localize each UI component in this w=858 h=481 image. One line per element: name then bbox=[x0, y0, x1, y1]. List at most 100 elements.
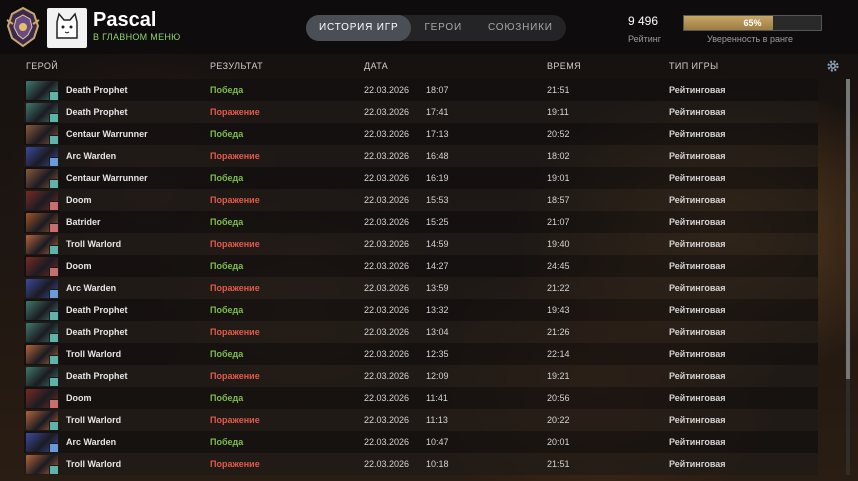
match-row[interactable]: Doom Поражение 22.03.2026 15:53 18:57 Рейтинг… bbox=[24, 189, 818, 211]
match-date: 22.03.2026 bbox=[364, 217, 410, 227]
column-date[interactable]: ДАТА bbox=[364, 61, 388, 71]
match-row[interactable]: Death Prophet Поражение 22.03.2026 12:09 19:… bbox=[24, 365, 818, 387]
match-result: Победа bbox=[210, 173, 244, 183]
game-mode: Рейтинговая bbox=[669, 415, 726, 425]
match-row[interactable]: Doom Победа 22.03.2026 11:41 20:56 Рейтингова… bbox=[24, 387, 818, 409]
match-result: Поражение bbox=[210, 459, 260, 469]
hero-facet-badge-icon bbox=[49, 443, 59, 453]
match-date: 22.03.2026 bbox=[364, 283, 410, 293]
match-row[interactable]: Arc Warden Поражение 22.03.2026 16:48 18:02 Р… bbox=[24, 145, 818, 167]
match-row[interactable]: Death Prophet Победа 22.03.2026 13:32 19:43 Р… bbox=[24, 299, 818, 321]
match-row[interactable]: Arc Warden Поражение 22.03.2026 13:59 21:22 Р… bbox=[24, 277, 818, 299]
tab-allies[interactable]: СОЮЗНИКИ bbox=[475, 15, 566, 41]
match-date: 22.03.2026 bbox=[364, 371, 410, 381]
match-start-time: 18:07 bbox=[426, 85, 449, 95]
match-row[interactable]: Death Prophet Победа 22.03.2026 18:07 21:51 Р… bbox=[24, 79, 818, 101]
match-row[interactable]: Troll Warlord Победа 22.03.2026 12:35 22:14 Р… bbox=[24, 343, 818, 365]
match-duration: 18:02 bbox=[547, 151, 570, 161]
match-row[interactable]: Troll Warlord Поражение 22.03.2026 14:59 19:… bbox=[24, 233, 818, 255]
match-start-time: 13:32 bbox=[426, 305, 449, 315]
player-status: В ГЛАВНОМ МЕНЮ bbox=[93, 32, 181, 42]
match-date: 22.03.2026 bbox=[364, 349, 410, 359]
hero-name: Troll Warlord bbox=[66, 239, 122, 249]
game-mode: Рейтинговая bbox=[669, 239, 726, 249]
match-start-time: 12:09 bbox=[426, 371, 449, 381]
match-start-time: 13:04 bbox=[426, 327, 449, 337]
match-start-time: 10:47 bbox=[426, 437, 449, 447]
match-start-time: 11:13 bbox=[426, 415, 448, 425]
match-row[interactable]: Death Prophet Поражение 22.03.2026 13:04 21:… bbox=[24, 321, 818, 343]
hero-facet-badge-icon bbox=[49, 267, 59, 277]
match-result: Победа bbox=[210, 129, 244, 139]
hero-name: Troll Warlord bbox=[66, 349, 122, 359]
match-row[interactable]: Arc Warden Победа 22.03.2026 10:47 20:01 Рейт… bbox=[24, 431, 818, 453]
match-duration: 20:22 bbox=[547, 415, 570, 425]
match-row[interactable]: Centaur Warrunner Победа 22.03.2026 17:13 20… bbox=[24, 123, 818, 145]
game-mode: Рейтинговая bbox=[669, 371, 726, 381]
match-result: Победа bbox=[210, 261, 244, 271]
hero-name: Troll Warlord bbox=[66, 459, 122, 469]
scrollbar[interactable] bbox=[846, 79, 850, 475]
hero-name: Troll Warlord bbox=[66, 415, 122, 425]
hero-name: Arc Warden bbox=[66, 283, 117, 293]
match-date: 22.03.2026 bbox=[364, 459, 410, 469]
hero-name: Arc Warden bbox=[66, 437, 117, 447]
rating-value: 9 496 bbox=[628, 14, 659, 28]
hero-name: Arc Warden bbox=[66, 151, 117, 161]
hero-facet-badge-icon bbox=[49, 91, 59, 101]
match-start-time: 12:35 bbox=[426, 349, 449, 359]
hero-facet-badge-icon bbox=[49, 223, 59, 233]
match-date: 22.03.2026 bbox=[364, 239, 410, 249]
hero-facet-badge-icon bbox=[49, 135, 59, 145]
avatar[interactable] bbox=[47, 8, 87, 48]
match-duration: 19:11 bbox=[547, 107, 569, 117]
match-start-time: 17:13 bbox=[426, 129, 449, 139]
game-mode: Рейтинговая bbox=[669, 107, 726, 117]
match-duration: 19:01 bbox=[547, 173, 570, 183]
hero-facet-badge-icon bbox=[49, 179, 59, 189]
match-duration: 18:57 bbox=[547, 195, 570, 205]
match-duration: 21:51 bbox=[547, 85, 570, 95]
match-start-time: 11:41 bbox=[426, 393, 448, 403]
match-result: Победа bbox=[210, 305, 244, 315]
match-start-time: 14:59 bbox=[426, 239, 449, 249]
rating-label: Рейтинг bbox=[628, 34, 662, 44]
match-date: 22.03.2026 bbox=[364, 305, 410, 315]
match-row[interactable]: Death Prophet Поражение 22.03.2026 17:41 19:… bbox=[24, 101, 818, 123]
match-result: Поражение bbox=[210, 107, 260, 117]
match-date: 22.03.2026 bbox=[364, 129, 410, 139]
match-result: Поражение bbox=[210, 283, 260, 293]
match-row[interactable]: Batrider Победа 22.03.2026 15:25 21:07 Рейтин… bbox=[24, 211, 818, 233]
match-date: 22.03.2026 bbox=[364, 261, 410, 271]
gear-icon[interactable] bbox=[826, 59, 840, 73]
match-row[interactable]: Troll Warlord Поражение 22.03.2026 10:18 21:… bbox=[24, 453, 818, 475]
tab-heroes[interactable]: ГЕРОИ bbox=[411, 15, 475, 41]
column-duration[interactable]: ВРЕМЯ bbox=[547, 61, 581, 71]
column-result[interactable]: РЕЗУЛЬТАТ bbox=[210, 61, 263, 71]
game-mode: Рейтинговая bbox=[669, 283, 726, 293]
column-mode[interactable]: ТИП ИГРЫ bbox=[669, 61, 718, 71]
tab-match-history[interactable]: ИСТОРИЯ ИГР bbox=[306, 15, 412, 41]
match-row[interactable]: Centaur Warrunner Победа 22.03.2026 16:19 19… bbox=[24, 167, 818, 189]
match-row[interactable]: Doom Победа 22.03.2026 14:27 24:45 Рейтингова… bbox=[24, 255, 818, 277]
hero-name: Batrider bbox=[66, 217, 101, 227]
match-start-time: 17:41 bbox=[426, 107, 449, 117]
match-row[interactable]: Troll Warlord Поражение 22.03.2026 11:13 20:… bbox=[24, 409, 818, 431]
profile-header: Pascal В ГЛАВНОМ МЕНЮ ИСТОРИЯ ИГР ГЕРОИ … bbox=[0, 0, 858, 54]
rank-confidence-label: Уверенность в ранге bbox=[707, 34, 794, 44]
game-mode: Рейтинговая bbox=[669, 349, 726, 359]
match-result: Победа bbox=[210, 217, 244, 227]
rank-confidence-bar: 65% bbox=[683, 15, 822, 31]
column-hero[interactable]: ГЕРОЙ bbox=[26, 61, 58, 71]
match-list: Death Prophet Победа 22.03.2026 18:07 21:51 Р… bbox=[24, 79, 818, 475]
match-duration: 20:01 bbox=[547, 437, 570, 447]
match-duration: 21:07 bbox=[547, 217, 570, 227]
match-duration: 22:14 bbox=[547, 349, 570, 359]
table-header: ГЕРОЙ РЕЗУЛЬТАТ ДАТА ВРЕМЯ ТИП ИГРЫ bbox=[0, 57, 858, 77]
match-date: 22.03.2026 bbox=[364, 151, 410, 161]
hero-facet-badge-icon bbox=[49, 399, 59, 409]
match-result: Победа bbox=[210, 349, 244, 359]
scroll-thumb[interactable] bbox=[846, 79, 850, 379]
hero-name: Death Prophet bbox=[66, 305, 128, 315]
match-date: 22.03.2026 bbox=[364, 85, 410, 95]
